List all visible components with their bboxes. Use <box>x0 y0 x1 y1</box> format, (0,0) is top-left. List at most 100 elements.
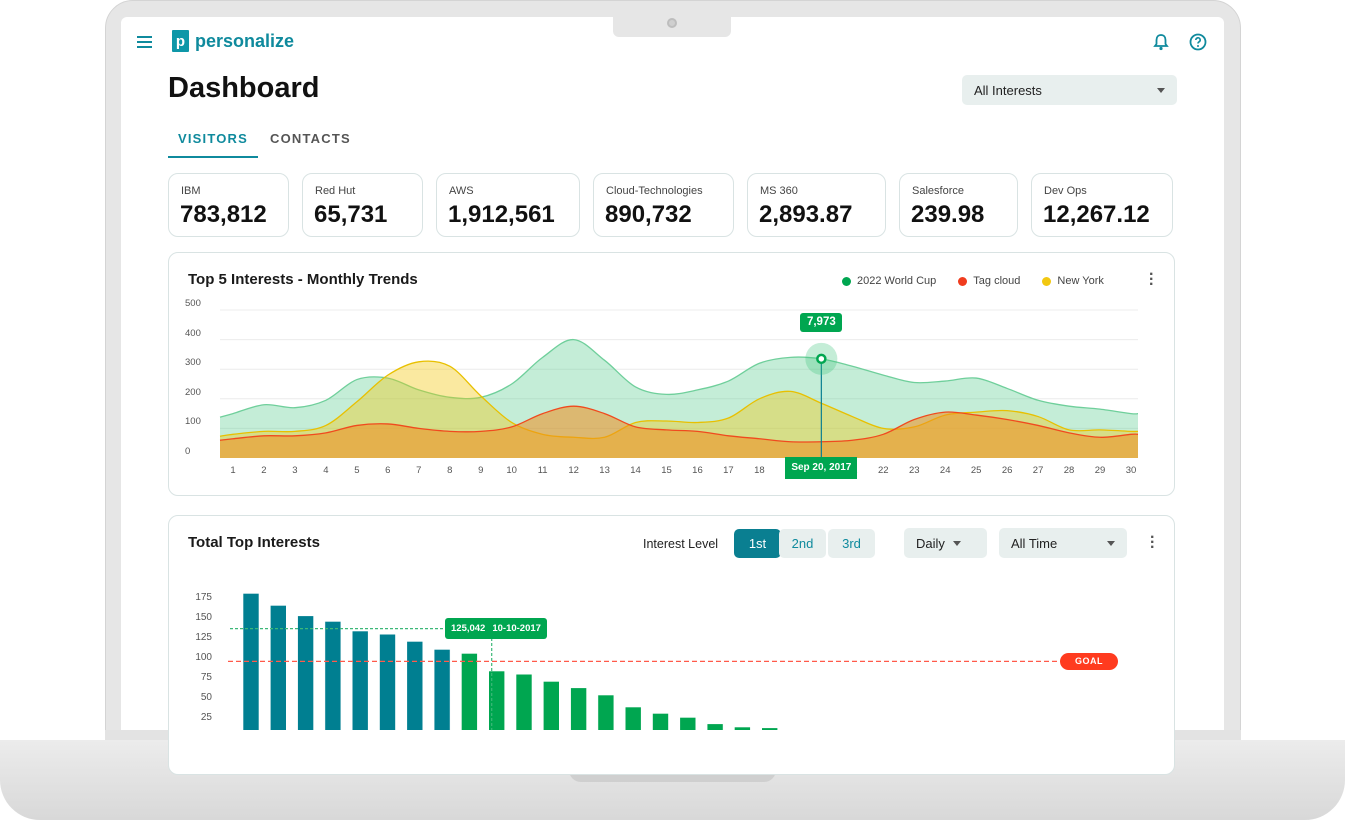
x-tick-label: 2 <box>261 465 267 476</box>
stat-value: 890,732 <box>605 201 692 228</box>
camera-icon <box>667 18 677 28</box>
tab-label: CONTACTS <box>270 131 351 146</box>
y-tick-label: 100 <box>195 652 212 663</box>
menu-icon[interactable] <box>137 36 152 48</box>
stat-card[interactable]: AWS 1,912,561 <box>436 173 580 237</box>
stat-value: 783,812 <box>180 201 267 228</box>
more-options-icon[interactable]: · · · <box>1150 530 1155 556</box>
stat-value: 12,267.12 <box>1043 201 1150 228</box>
legend-dot <box>1042 276 1052 286</box>
legend-label: Tag cloud <box>973 275 1021 287</box>
trends-card <box>168 252 1175 496</box>
x-tick-label: 28 <box>1063 465 1075 476</box>
x-tick-label: 13 <box>599 465 610 476</box>
y-tick-label: 400 <box>185 327 201 339</box>
x-tick-label: 10 <box>506 465 517 476</box>
help-icon[interactable] <box>1189 33 1207 51</box>
range-select[interactable]: All Time <box>999 528 1127 558</box>
chevron-down-icon <box>1157 88 1165 93</box>
y-tick-label: 300 <box>185 357 201 369</box>
bell-icon[interactable] <box>1153 33 1169 51</box>
x-tick-label: 27 <box>1032 465 1044 476</box>
period-value: Daily <box>916 535 945 551</box>
stat-card[interactable]: Red Hut 65,731 <box>302 173 423 237</box>
y-tick-label: 125 <box>195 632 212 643</box>
y-tick-label: 500 <box>185 298 201 309</box>
x-tick-label: 7 <box>416 465 422 476</box>
goal-badge: GOAL <box>1060 653 1118 671</box>
interest-level-label: Interest Level <box>643 537 719 551</box>
trends-title: Top 5 Interests - Monthly Trends <box>188 271 418 288</box>
x-tick-label: 1 <box>230 465 236 476</box>
x-tick-label: 23 <box>908 465 920 476</box>
stat-value: 65,731 <box>314 201 388 228</box>
stat-card[interactable]: Dev Ops 12,267.12 <box>1031 173 1173 237</box>
y-tick-label: 25 <box>200 712 212 723</box>
level-3rd-button[interactable]: 3rd <box>828 529 875 558</box>
tooltip-date: Sep 20, 2017 <box>785 457 858 479</box>
app-name: personalize <box>195 30 295 51</box>
stat-value: 1,912,561 <box>448 201 555 228</box>
logo[interactable]: p personalize <box>172 30 294 52</box>
range-value: All Time <box>1011 535 1058 551</box>
bar-tooltip: 125,042 10-10-2017 <box>445 618 547 639</box>
stat-label: Dev Ops <box>1044 185 1087 197</box>
x-tick-label: 6 <box>385 465 391 476</box>
camera-notch <box>613 16 731 37</box>
x-tick-label: 11 <box>537 465 548 476</box>
y-tick-label: 175 <box>195 592 212 603</box>
level-1st-button[interactable]: 1st <box>734 529 781 558</box>
chevron-down-icon <box>953 541 961 546</box>
tab-label: VISITORS <box>177 131 249 146</box>
y-tick-label: 100 <box>185 416 201 428</box>
trends-legend: 2022 World Cup Tag cloud New York <box>842 275 1104 287</box>
page-title: Dashboard <box>168 72 320 104</box>
x-tick-label: 25 <box>970 465 982 476</box>
stat-card[interactable]: Cloud-Technologies 890,732 <box>593 173 734 237</box>
x-tick-label: 29 <box>1094 465 1106 476</box>
x-tick-label: 8 <box>447 465 453 476</box>
legend-label: New York <box>1057 275 1104 287</box>
x-tick-label: 22 <box>877 465 889 476</box>
stat-card[interactable]: MS 360 2,893.87 <box>747 173 886 237</box>
tooltip-date: 10-10-2017 <box>492 623 541 634</box>
stat-label: Salesforce <box>912 185 964 197</box>
x-tick-label: 18 <box>754 465 765 476</box>
tooltip-value: 7,973 <box>800 313 843 332</box>
stat-label: AWS <box>449 185 474 197</box>
y-tick-label: 150 <box>195 612 212 623</box>
x-tick-label: 16 <box>692 465 703 476</box>
legend-item[interactable]: 2022 World Cup <box>842 275 936 287</box>
x-tick-label: 9 <box>478 465 484 476</box>
x-tick-label: 5 <box>354 465 360 476</box>
more-options-icon[interactable]: · · · <box>1149 267 1154 293</box>
level-2nd-button[interactable]: 2nd <box>779 529 826 558</box>
interests-filter[interactable]: All Interests <box>962 75 1177 105</box>
chevron-down-icon <box>1107 541 1115 546</box>
stat-value: 2,893.87 <box>759 201 853 228</box>
logo-mark: p <box>172 30 189 52</box>
stat-card[interactable]: IBM 783,812 <box>168 173 289 237</box>
legend-dot <box>842 276 851 286</box>
y-tick-label: 0 <box>185 446 191 457</box>
x-tick-label: 12 <box>568 465 579 476</box>
tab-contacts[interactable]: CONTACTS <box>270 130 351 158</box>
legend-item[interactable]: Tag cloud <box>958 275 1020 287</box>
x-tick-label: 3 <box>292 465 298 476</box>
stat-label: MS 360 <box>760 185 798 197</box>
legend-label: 2022 World Cup <box>857 275 937 287</box>
stat-card[interactable]: Salesforce 239.98 <box>899 173 1018 237</box>
top-interests-title: Total Top Interests <box>188 534 320 551</box>
y-tick-label: 50 <box>200 692 212 703</box>
y-tick-label: 75 <box>200 672 212 683</box>
legend-item[interactable]: New York <box>1042 275 1104 287</box>
y-tick-label: 200 <box>185 386 201 398</box>
tooltip-value: 125,042 <box>451 623 486 634</box>
x-tick-label: 15 <box>661 465 672 476</box>
period-select[interactable]: Daily <box>904 528 987 558</box>
stat-label: Red Hut <box>315 185 356 197</box>
legend-dot <box>958 276 968 286</box>
x-tick-label: 4 <box>323 465 329 476</box>
tab-visitors[interactable]: VISITORS <box>168 130 258 158</box>
stat-label: Cloud-Technologies <box>606 185 703 197</box>
